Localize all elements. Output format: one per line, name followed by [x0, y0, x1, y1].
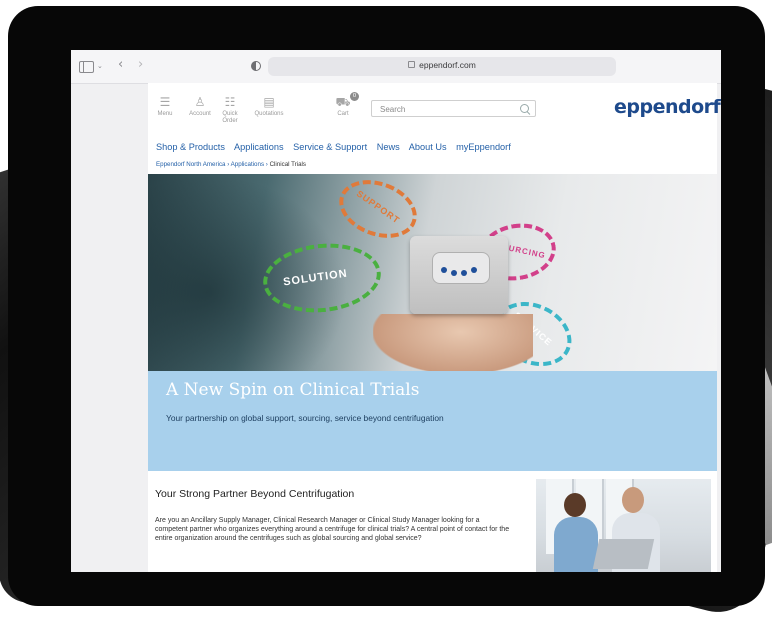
- breadcrumb: Eppendorf North America › Applications ›…: [156, 161, 306, 168]
- hero-subtitle: Your partnership on global support, sour…: [166, 413, 444, 423]
- user-icon: ♙: [194, 95, 206, 109]
- quotations-button[interactable]: ▤ Quotations: [249, 93, 289, 118]
- search-icon[interactable]: [520, 104, 529, 113]
- hero-title: A New Spin on Clinical Trials: [166, 380, 420, 400]
- nav-shop-products[interactable]: Shop & Products: [156, 142, 225, 152]
- breadcrumb-link[interactable]: Applications: [231, 161, 264, 168]
- hero-banner: A New Spin on Clinical Trials Your partn…: [148, 371, 717, 471]
- nav-news[interactable]: News: [377, 142, 400, 152]
- centrifuge-panel: [432, 252, 490, 284]
- nav-about-us[interactable]: About Us: [409, 142, 447, 152]
- address-bar[interactable]: eppendorf.com 文A ↻: [268, 57, 616, 76]
- centrifuge-button: [451, 270, 457, 276]
- person-head: [564, 493, 586, 517]
- hero-image: SUPPORT SOURCING SOLUTION SERVICE: [148, 174, 717, 371]
- document-icon: ▤: [263, 95, 275, 109]
- browser-toolbar: ⌄ ‹ › eppendorf.com 文A ↻: [71, 50, 721, 84]
- quotations-label: Quotations: [254, 111, 284, 117]
- breadcrumb-separator: ›: [265, 161, 268, 168]
- centrifuge-image: [410, 236, 508, 314]
- breadcrumb-separator: ›: [227, 161, 230, 168]
- search-input[interactable]: [378, 103, 512, 116]
- centrifuge-button: [441, 267, 447, 273]
- section-paragraph: Are you an Ancillary Supply Manager, Cli…: [155, 517, 510, 543]
- privacy-shield-icon[interactable]: [251, 61, 261, 71]
- nav-applications[interactable]: Applications: [234, 142, 284, 152]
- url-text: eppendorf.com: [419, 60, 476, 70]
- quick-order-label: Quick Order: [222, 111, 238, 124]
- sidebar-toggle-icon[interactable]: [79, 61, 94, 73]
- person-body: [554, 517, 598, 572]
- back-icon[interactable]: ‹: [118, 58, 123, 72]
- account-label: Account: [189, 111, 211, 117]
- person-head: [622, 487, 644, 513]
- centrifuge-button: [461, 270, 467, 276]
- nav-myeppendorf[interactable]: myEppendorf: [456, 142, 511, 152]
- menu-button[interactable]: ☰ Menu: [148, 93, 182, 118]
- forward-icon[interactable]: ›: [138, 58, 143, 72]
- laptop-image: [592, 539, 655, 569]
- quick-order-icon: ☷: [224, 95, 236, 109]
- eppendorf-logo[interactable]: eppendorf: [614, 96, 721, 118]
- section-heading: Your Strong Partner Beyond Centrifugatio…: [155, 488, 355, 500]
- nav-service-support[interactable]: Service & Support: [293, 142, 367, 152]
- cart-count-badge: 0: [350, 92, 359, 101]
- lock-icon: [408, 61, 416, 68]
- main-navigation: Shop & Products Applications Service & S…: [156, 142, 518, 155]
- team-photo: [536, 479, 711, 572]
- browser-window: ⌄ ‹ › eppendorf.com 文A ↻ ☰ Menu ♙ Accoun…: [71, 50, 721, 572]
- breadcrumb-current: Clinical Trials: [269, 161, 307, 168]
- tablet-frame: ⌄ ‹ › eppendorf.com 文A ↻ ☰ Menu ♙ Accoun…: [8, 6, 765, 606]
- cart-label: Cart: [337, 111, 349, 117]
- hand-image: [373, 314, 533, 371]
- hamburger-icon: ☰: [159, 95, 171, 109]
- search-field[interactable]: [371, 100, 536, 117]
- web-page: ☰ Menu ♙ Account ☷ Quick Order ▤ Quotati…: [148, 83, 721, 572]
- account-button[interactable]: ♙ Account: [183, 93, 217, 118]
- breadcrumb-link[interactable]: Eppendorf North America: [156, 161, 225, 168]
- centrifuge-button: [471, 267, 477, 273]
- chevron-down-icon[interactable]: ⌄: [97, 59, 103, 73]
- menu-label: Menu: [157, 111, 173, 117]
- quick-order-button[interactable]: ☷ Quick Order: [217, 93, 243, 125]
